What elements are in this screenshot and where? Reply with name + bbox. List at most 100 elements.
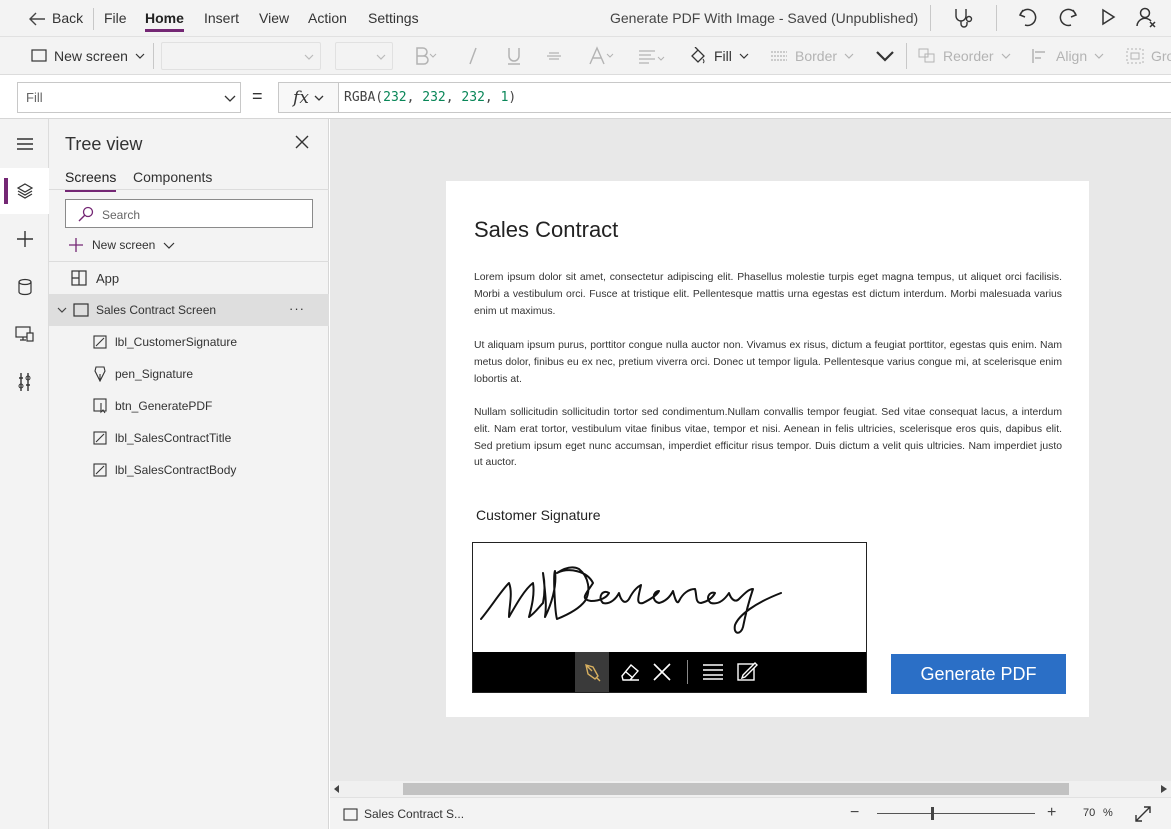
- divider: [93, 8, 94, 30]
- formula-function: RGBA(: [344, 90, 384, 105]
- formula-close: ): [508, 90, 517, 105]
- app-title: Generate PDF With Image - Saved (Unpubli…: [610, 10, 919, 26]
- chevron-down-icon: [304, 54, 314, 60]
- font-color-icon[interactable]: [588, 46, 616, 66]
- contract-body-paragraph: Lorem ipsum dolor sit amet, consectetur …: [474, 272, 1062, 317]
- app-checker-icon[interactable]: [951, 6, 975, 30]
- screen-icon: [73, 303, 89, 317]
- tree-item-app[interactable]: App: [49, 262, 329, 294]
- chevron-down-icon: [376, 54, 386, 60]
- border-dropdown[interactable]: Border: [770, 37, 854, 75]
- zoom-out-button[interactable]: −: [850, 804, 859, 822]
- divider: [687, 660, 688, 684]
- menu-insert[interactable]: Insert: [204, 0, 239, 37]
- chevron-down-icon: [135, 53, 145, 59]
- user-icon[interactable]: [1135, 6, 1157, 28]
- hamburger-menu-icon[interactable]: [0, 121, 49, 167]
- play-icon[interactable]: [1098, 7, 1118, 27]
- strikethrough-icon[interactable]: [545, 46, 563, 66]
- group-button[interactable]: Gro: [1126, 37, 1171, 75]
- text-align-icon[interactable]: [637, 46, 667, 66]
- undo-icon[interactable]: [1017, 6, 1039, 28]
- redo-icon[interactable]: [1057, 6, 1079, 28]
- chevron-down-icon: [1094, 53, 1104, 59]
- new-screen-button[interactable]: New screen: [31, 37, 145, 75]
- bold-icon[interactable]: [414, 46, 438, 66]
- reorder-dropdown[interactable]: Reorder: [918, 37, 1011, 75]
- chevron-down-icon: [57, 307, 67, 313]
- draw-pen-button[interactable]: [575, 652, 609, 692]
- label-icon: [93, 335, 107, 349]
- formula-separator: ,: [406, 90, 423, 105]
- menu-action[interactable]: Action: [308, 0, 347, 37]
- media-icon[interactable]: [0, 311, 49, 357]
- tab-components[interactable]: Components: [133, 169, 212, 185]
- design-canvas[interactable]: Sales Contract Lorem ipsum dolor sit ame…: [330, 119, 1171, 781]
- more-options-icon[interactable]: ···: [289, 301, 305, 316]
- status-bar: Sales Contract S... − + 70 %: [330, 797, 1171, 829]
- menu-settings[interactable]: Settings: [368, 0, 419, 37]
- tree-item-label: App: [96, 270, 120, 286]
- divider: [996, 5, 997, 31]
- divider: [930, 5, 931, 31]
- divider: [906, 43, 907, 69]
- italic-icon[interactable]: [466, 46, 480, 66]
- divider: [153, 43, 154, 69]
- font-family-dropdown[interactable]: [161, 42, 321, 70]
- customer-signature-label[interactable]: Customer Signature: [476, 507, 601, 523]
- tree-item-btn-generate-pdf[interactable]: btn_GeneratePDF: [49, 390, 329, 422]
- eraser-icon[interactable]: [618, 662, 640, 682]
- tree-item-lbl-sales-contract-title[interactable]: lbl_SalesContractTitle: [49, 422, 329, 454]
- fill-dropdown[interactable]: Fill: [689, 37, 749, 75]
- tree-item-lbl-sales-contract-body[interactable]: lbl_SalesContractBody: [49, 454, 329, 486]
- signature-pen-input[interactable]: [472, 542, 867, 693]
- zoom-slider-track[interactable]: [877, 813, 1035, 814]
- insert-plus-icon[interactable]: [0, 216, 49, 262]
- tree-view-button[interactable]: [0, 168, 49, 214]
- sales-contract-title[interactable]: Sales Contract: [474, 217, 618, 243]
- more-chevron-icon[interactable]: [876, 50, 894, 62]
- tree-item-lbl-customer-signature[interactable]: lbl_CustomerSignature: [49, 326, 329, 358]
- fx-label: fx: [293, 87, 309, 108]
- property-dropdown[interactable]: Fill: [17, 82, 241, 113]
- top-menu-bar: Back File Home Insert View Action Settin…: [0, 0, 1171, 37]
- zoom-value: 70: [1083, 807, 1096, 819]
- current-screen-selector[interactable]: Sales Contract S...: [343, 807, 464, 821]
- menu-home[interactable]: Home: [145, 0, 184, 37]
- tree-view-panel: Tree view Screens Components Search New …: [49, 119, 329, 829]
- back-label: Back: [52, 10, 84, 26]
- font-size-dropdown[interactable]: [335, 42, 393, 70]
- tree-view-title: Tree view: [65, 134, 143, 154]
- advanced-tools-icon[interactable]: [0, 359, 49, 405]
- tree-new-screen-button[interactable]: New screen: [68, 236, 175, 254]
- menu-view[interactable]: View: [259, 0, 289, 37]
- back-button[interactable]: Back: [28, 0, 83, 37]
- align-dropdown[interactable]: Align: [1031, 37, 1104, 75]
- scrollbar-thumb[interactable]: [403, 783, 1069, 795]
- horizontal-scrollbar[interactable]: [330, 781, 1171, 797]
- tree-item-pen-signature[interactable]: pen_Signature: [49, 358, 329, 390]
- align-icon: [1032, 49, 1045, 63]
- underline-icon[interactable]: [506, 46, 522, 66]
- data-cylinder-icon[interactable]: [0, 264, 49, 310]
- ribbon-toolbar: New screen Fill Border Reorder Align Gro: [0, 37, 1171, 75]
- scroll-right-icon[interactable]: [1161, 785, 1167, 793]
- close-icon[interactable]: [295, 135, 309, 149]
- zoom-in-button[interactable]: +: [1047, 804, 1056, 822]
- formula-input[interactable]: RGBA(232, 232, 232, 1): [339, 82, 1171, 113]
- app-screen[interactable]: Sales Contract Lorem ipsum dolor sit ame…: [446, 181, 1089, 717]
- scroll-left-icon[interactable]: [334, 785, 340, 793]
- left-rail: [0, 119, 49, 829]
- pen-thickness-icon[interactable]: [702, 663, 724, 681]
- pen-color-icon[interactable]: [737, 661, 759, 683]
- clear-icon[interactable]: [653, 663, 671, 681]
- tree-item-sales-contract-screen[interactable]: Sales Contract Screen ···: [49, 294, 329, 326]
- current-screen-label: Sales Contract S...: [364, 807, 465, 821]
- menu-file[interactable]: File: [104, 0, 127, 37]
- tree-item-label: Sales Contract Screen: [96, 303, 217, 317]
- fit-to-window-icon[interactable]: [1135, 806, 1151, 822]
- zoom-slider-thumb[interactable]: [931, 807, 935, 820]
- generate-pdf-button[interactable]: Generate PDF: [891, 654, 1066, 694]
- search-input[interactable]: Search: [65, 199, 313, 228]
- fx-button[interactable]: fx: [278, 82, 339, 113]
